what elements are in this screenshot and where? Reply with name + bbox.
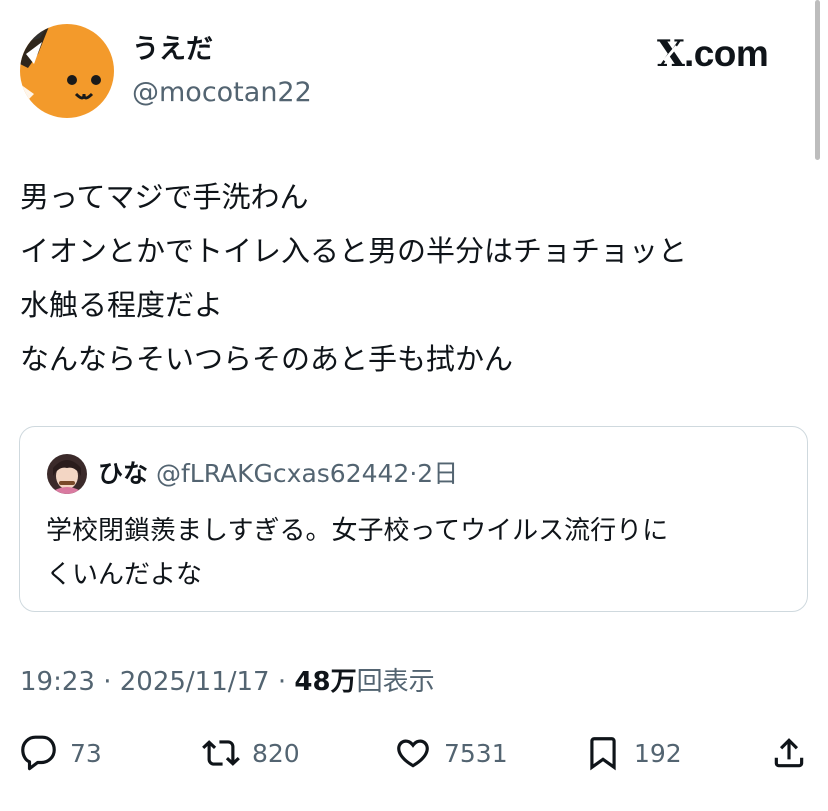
tweet-time[interactable]: 19:23 — [20, 667, 95, 697]
repost-button[interactable]: 820 — [202, 728, 300, 778]
quoted-tweet-card[interactable]: ひな @fLRAKGcxas62442·2日 学校閉鎖羨ましすぎる。女子校ってウ… — [19, 426, 808, 612]
like-button[interactable]: 7531 — [394, 728, 508, 778]
action-bar: 73 820 7531 192 — [0, 728, 828, 778]
bookmark-button[interactable]: 192 — [584, 728, 682, 778]
views-label: 回表示 — [356, 667, 435, 697]
tweet-line: 水触る程度だよ — [20, 288, 224, 322]
tweet-line: イオンとかでトイレ入ると男の半分はチョチョッと — [20, 234, 688, 268]
author-avatar[interactable] — [20, 24, 114, 118]
reply-count: 73 — [70, 738, 102, 768]
share-icon — [774, 738, 804, 768]
reply-button[interactable]: 73 — [20, 728, 102, 778]
x-logo-icon: X — [657, 33, 685, 75]
scrollbar[interactable] — [815, 0, 820, 160]
quote-author-avatar — [47, 454, 87, 494]
quote-handle[interactable]: @fLRAKGcxas62442 — [156, 459, 409, 488]
share-button[interactable] — [770, 728, 808, 778]
quote-timestamp[interactable]: 2日 — [417, 459, 458, 488]
bookmark-count: 192 — [634, 738, 682, 768]
reply-icon — [21, 735, 56, 771]
author-display-name[interactable]: うえだ — [132, 32, 213, 68]
quote-line: 学校閉鎖羨ましすぎる。女子校ってウイルス流行りに — [46, 516, 669, 546]
author-handle[interactable]: @mocotan22 — [132, 75, 312, 111]
quote-line: くいんだよな — [46, 560, 203, 590]
repost-count: 820 — [252, 738, 300, 768]
tweet-line: なんならそいつらそのあと手も拭かん — [20, 342, 514, 376]
like-count: 7531 — [444, 738, 508, 768]
views-count: 48万 — [294, 667, 357, 697]
quote-text: 学校閉鎖羨ましすぎる。女子校ってウイルス流行りに くいんだよな — [46, 509, 786, 597]
meta-separator: · — [94, 667, 120, 697]
repost-icon — [202, 740, 240, 766]
heart-icon — [397, 739, 429, 768]
meta-separator: · — [269, 667, 295, 697]
cat-avatar-icon — [20, 24, 114, 118]
tweet-meta: 19:23 · 2025/11/17 · 48万回表示 — [20, 664, 435, 700]
tweet-date[interactable]: 2025/11/17 — [120, 667, 270, 697]
anime-avatar-icon — [47, 454, 87, 494]
quote-header: ひな @fLRAKGcxas62442·2日 — [98, 457, 458, 491]
brand-domain: .com — [683, 33, 769, 74]
tweet-line: 男ってマジで手洗わん — [20, 180, 309, 214]
bookmark-icon — [590, 737, 616, 771]
tweet-text: 男ってマジで手洗わん イオンとかでトイレ入ると男の半分はチョチョッと 水触る程度… — [20, 170, 810, 386]
quote-display-name[interactable]: ひな — [98, 459, 148, 488]
x-logo: X .com — [657, 32, 769, 76]
